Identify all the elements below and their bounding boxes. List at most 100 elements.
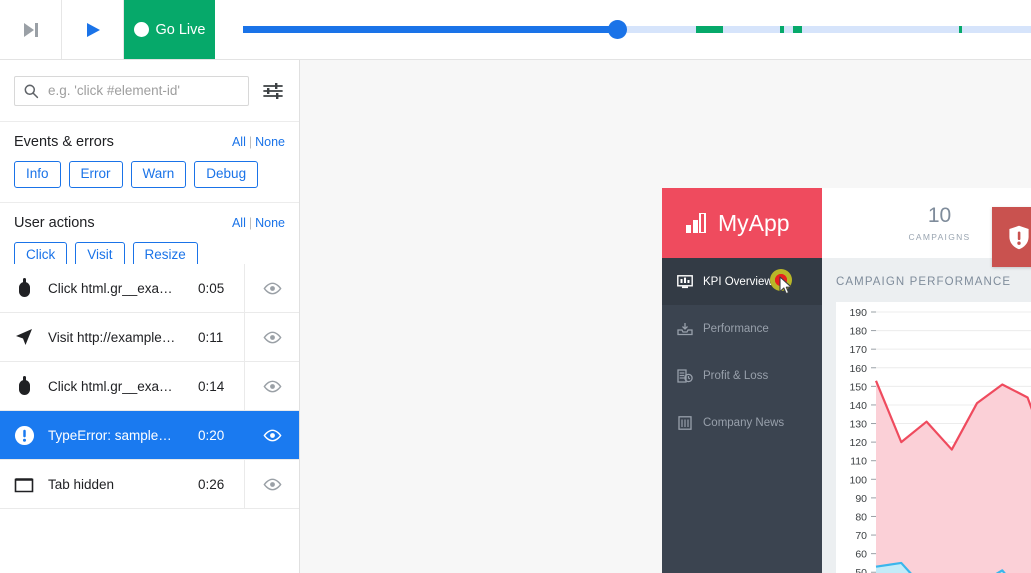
svg-text:50: 50: [855, 567, 867, 573]
event-label: Click html.gr__exa…: [48, 280, 173, 296]
eye-icon: [263, 478, 281, 490]
app-brand-header: MyApp: [662, 188, 822, 258]
area-chart: 190 180 170 160 150 140 130 120 110 100 90 80 70 60 50…: [849, 307, 1031, 573]
kpi-caption: CAMPAIGNS: [908, 232, 971, 242]
event-time: 0:26: [198, 476, 225, 492]
svg-text:160: 160: [849, 363, 867, 375]
play-button[interactable]: [62, 0, 124, 59]
eye-icon: [263, 429, 281, 441]
app-content: CAMPAIGN PERFORMANCE 190 180 170 160 150 140 1…: [822, 258, 1031, 573]
newspaper-icon: [676, 415, 693, 430]
select-all-none: All | None: [232, 135, 285, 149]
svg-text:90: 90: [855, 493, 867, 505]
app-brand-label: MyApp: [718, 209, 790, 236]
visibility-toggle[interactable]: [244, 460, 299, 508]
visibility-toggle[interactable]: [244, 313, 299, 361]
skip-end-icon: [23, 22, 38, 37]
event-time: 0:11: [198, 329, 224, 345]
svg-text:170: 170: [849, 344, 867, 356]
go-live-button[interactable]: Go Live: [124, 0, 215, 59]
filter-settings-button[interactable]: [261, 80, 285, 102]
event-label: TypeError: sample…: [48, 427, 172, 443]
svg-text:140: 140: [849, 400, 867, 412]
svg-text:110: 110: [850, 456, 867, 468]
list-item[interactable]: TypeError: sample… 0:20: [0, 411, 299, 460]
session-preview: MyApp KPI Overview Performance Profit & …: [300, 60, 1031, 573]
svg-text:120: 120: [849, 437, 867, 449]
svg-text:60: 60: [855, 549, 867, 561]
eye-icon: [263, 380, 281, 392]
sidebar-item-company-news[interactable]: Company News: [662, 399, 822, 446]
timeline-progress: [243, 26, 615, 33]
visibility-toggle[interactable]: [244, 362, 299, 410]
svg-text:150: 150: [849, 381, 867, 393]
list-item[interactable]: Tab hidden 0:26: [0, 460, 299, 509]
select-none-link[interactable]: None: [255, 135, 285, 149]
timeline-marker[interactable]: [959, 26, 962, 33]
eye-icon: [263, 331, 281, 343]
receipt-clock-icon: [676, 368, 693, 383]
dashboard-icon: [676, 274, 693, 289]
navigation-arrow-icon: [0, 327, 48, 347]
section-header: User actions All | None: [14, 215, 285, 231]
filter-chip-warn[interactable]: Warn: [130, 161, 187, 188]
filter-chip-info[interactable]: Info: [14, 161, 61, 188]
error-circle-icon: [0, 425, 48, 446]
select-all-link[interactable]: All: [232, 216, 246, 230]
select-all-link[interactable]: All: [232, 135, 246, 149]
timeline-handle[interactable]: [608, 20, 627, 39]
sidebar-item-label: KPI Overview: [703, 275, 773, 288]
event-list[interactable]: Click html.gr__exa… 0:05 Visit http://ex…: [0, 264, 299, 573]
svg-text:70: 70: [855, 530, 867, 542]
mouse-icon: [0, 278, 48, 298]
search-input[interactable]: [46, 82, 240, 99]
event-label: Click html.gr__exa…: [48, 378, 173, 394]
tune-icon: [263, 82, 283, 99]
timeline-marker[interactable]: [793, 26, 802, 33]
svg-text:190: 190: [849, 307, 867, 319]
timeline[interactable]: [215, 0, 1031, 59]
sidebar-item-label: Performance: [703, 322, 769, 335]
list-item[interactable]: Visit http://example… 0:11: [0, 313, 299, 362]
skip-to-end-button[interactable]: [0, 0, 62, 59]
shield-warning-icon: [1008, 225, 1030, 250]
svg-text:130: 130: [849, 419, 867, 431]
go-live-label: Go Live: [155, 21, 206, 38]
kpi-value: 10: [927, 204, 952, 227]
list-item[interactable]: Click html.gr__exa… 0:14: [0, 362, 299, 411]
chip-group: Info Error Warn Debug: [14, 161, 285, 188]
section-title: Events & errors: [14, 134, 114, 150]
campaign-performance-chart: 190 180 170 160 150 140 130 120 110 100 90 80 70 60 50…: [836, 302, 1031, 573]
section-header: Events & errors All | None: [14, 134, 285, 150]
search-icon: [24, 84, 39, 98]
tab-icon: [0, 476, 48, 493]
visibility-toggle[interactable]: [244, 264, 299, 312]
section-title: User actions: [14, 214, 95, 231]
list-item[interactable]: Click html.gr__exa… 0:05: [0, 264, 299, 313]
filter-chip-debug[interactable]: Debug: [194, 161, 259, 188]
sidebar-item-profit-loss[interactable]: Profit & Loss: [662, 352, 822, 399]
inbox-down-icon: [676, 322, 693, 336]
event-label: Visit http://example…: [48, 329, 176, 345]
bar-chart-icon: [686, 213, 706, 233]
search-row: [0, 60, 299, 122]
timeline-marker[interactable]: [696, 26, 723, 33]
recorded-app: MyApp KPI Overview Performance Profit & …: [662, 188, 1031, 573]
visibility-toggle[interactable]: [244, 411, 299, 459]
timeline-marker[interactable]: [780, 26, 784, 33]
event-time: 0:05: [198, 280, 225, 296]
error-toast: Something went wrong... ×: [992, 207, 1031, 267]
event-time: 0:20: [198, 427, 225, 443]
divider: |: [248, 135, 253, 149]
sidebar-item-performance[interactable]: Performance: [662, 305, 822, 352]
select-none-link[interactable]: None: [255, 216, 285, 230]
app-sidebar: KPI Overview Performance Profit & Loss C…: [662, 258, 822, 573]
sidebar-item-kpi-overview[interactable]: KPI Overview: [662, 258, 822, 305]
svg-text:180: 180: [849, 326, 867, 338]
sidebar-item-label: Company News: [703, 416, 785, 429]
select-all-none: All | None: [232, 216, 285, 230]
search-box[interactable]: [14, 75, 249, 106]
svg-text:80: 80: [855, 511, 867, 523]
mouse-icon: [0, 376, 48, 396]
filter-chip-error[interactable]: Error: [68, 161, 123, 188]
